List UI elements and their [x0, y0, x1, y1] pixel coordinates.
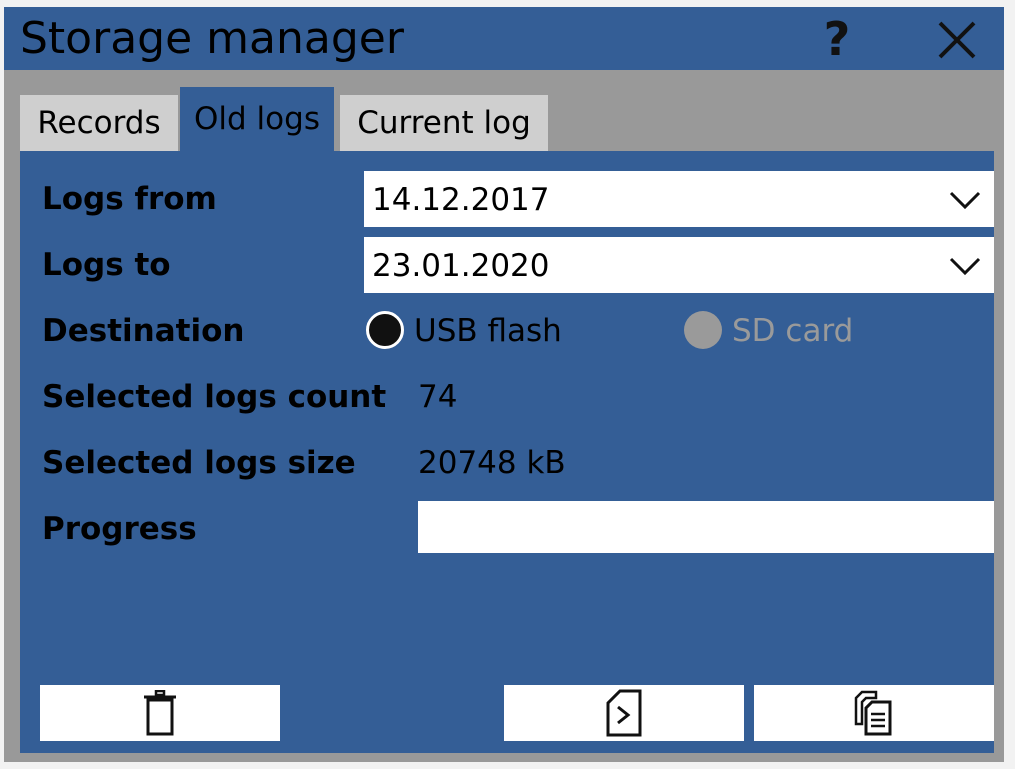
delete-button[interactable]	[40, 685, 280, 741]
logs-from-label: Logs from	[42, 181, 217, 217]
radio-label: USB flash	[414, 313, 562, 349]
logs-to-dropdown[interactable]: 23.01.2020	[364, 237, 994, 293]
radio-selected-icon	[366, 311, 404, 349]
trash-icon	[144, 690, 176, 736]
close-x-icon	[938, 21, 976, 59]
old-logs-panel: Logs from 14.12.2017 Logs to 23.01.2020 …	[20, 151, 994, 753]
progress-label: Progress	[42, 511, 197, 547]
export-file-icon	[606, 689, 642, 737]
help-button[interactable]: ?	[812, 13, 862, 65]
storage-manager-window: Storage manager ? Records Old logs Curre…	[4, 7, 1004, 762]
tab-old-logs[interactable]: Old logs	[180, 87, 334, 159]
chevron-down-icon	[949, 191, 981, 210]
tab-current-log[interactable]: Current log	[340, 95, 548, 151]
window-title: Storage manager	[20, 13, 404, 64]
selected-count-value: 74	[418, 379, 458, 415]
logs-from-value: 14.12.2017	[372, 182, 550, 218]
copy-button[interactable]	[754, 685, 994, 741]
close-button[interactable]	[934, 17, 980, 63]
selected-size-label: Selected logs size	[42, 445, 356, 481]
logs-to-label: Logs to	[42, 247, 171, 283]
logs-to-value: 23.01.2020	[372, 248, 550, 284]
radio-disabled-icon	[684, 311, 722, 349]
title-bar: Storage manager ?	[4, 7, 1004, 70]
progress-bar	[418, 501, 994, 553]
copy-documents-icon	[854, 690, 892, 736]
export-button[interactable]	[504, 685, 744, 741]
logs-from-dropdown[interactable]: 14.12.2017	[364, 171, 994, 227]
tab-label: Records	[37, 105, 161, 141]
selected-size-value: 20748 kB	[418, 445, 566, 481]
selected-count-label: Selected logs count	[42, 379, 387, 415]
tab-label: Old logs	[194, 101, 320, 137]
chevron-down-icon	[949, 257, 981, 276]
destination-label: Destination	[42, 313, 245, 349]
tab-label: Current log	[357, 105, 531, 141]
question-mark-icon: ?	[823, 12, 851, 66]
tab-records[interactable]: Records	[20, 95, 178, 151]
radio-label: SD card	[732, 313, 854, 349]
